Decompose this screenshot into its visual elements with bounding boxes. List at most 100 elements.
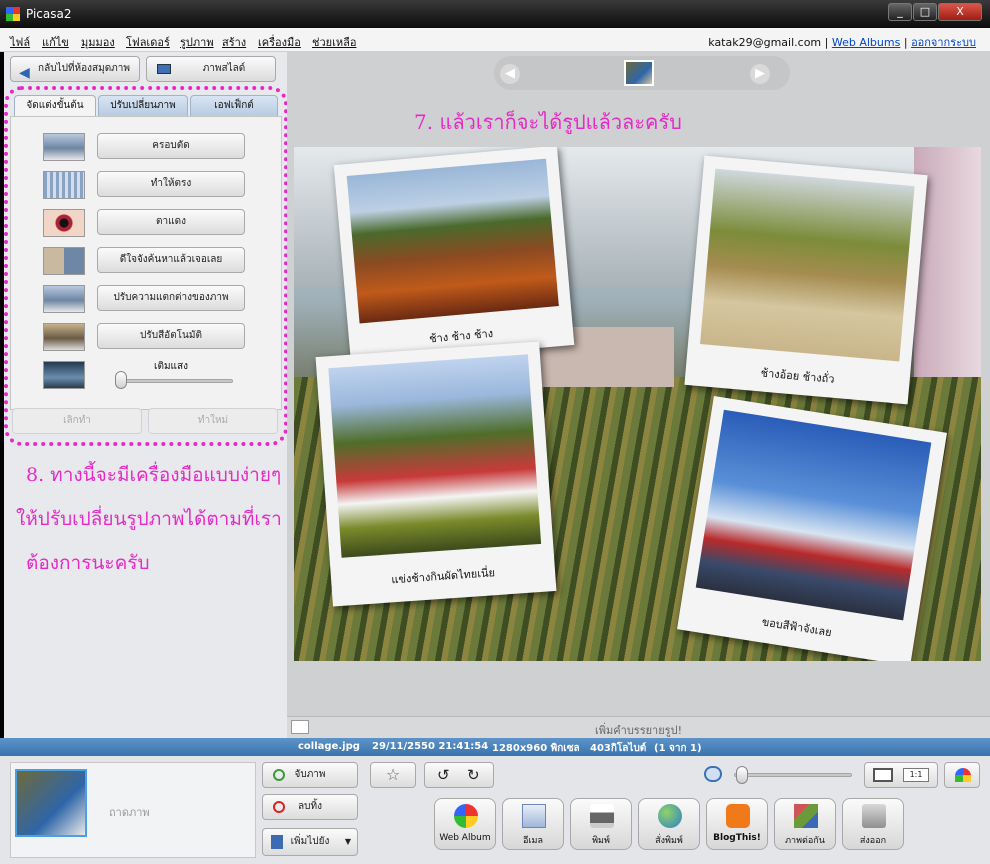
web-album-button[interactable]: Web Album xyxy=(434,798,496,850)
polaroid-2-photo xyxy=(700,168,915,362)
menu-edit[interactable]: แก้ไข xyxy=(42,33,69,51)
separator: | xyxy=(824,36,829,49)
annotation-step-8-line-2: ให้ปรับเปลี่ยนรูปภาพได้ตามที่เรา xyxy=(16,508,282,530)
menu-view[interactable]: มุมมอง xyxy=(81,33,115,51)
add-to-label: เพิ่มไปยัง xyxy=(290,836,330,847)
polaroid-3-photo xyxy=(328,354,542,558)
annotation-step-8-line-1: 8. ทางนี้จะมีเครื่องมือแบบง่ายๆ xyxy=(26,464,282,486)
actual-size-button[interactable]: 1:1 xyxy=(903,768,929,782)
printer-icon xyxy=(590,804,614,828)
separator: | xyxy=(903,36,908,49)
filmstrip-nav: ◀ ▶ xyxy=(494,56,790,90)
blogger-icon xyxy=(726,804,750,828)
picasa-logo-icon xyxy=(6,7,20,21)
status-filename: collage.jpg xyxy=(298,741,360,752)
clear-button[interactable]: ลบทิ้ง xyxy=(262,794,358,820)
minimize-button[interactable]: _ xyxy=(888,3,912,21)
back-to-library-button[interactable]: ◀ กลับไปที่ห้องสมุดภาพ xyxy=(10,56,140,82)
menu-tools[interactable]: เครื่องมือ xyxy=(258,33,301,51)
zoom-icon xyxy=(704,766,722,782)
web-albums-link[interactable]: Web Albums xyxy=(832,36,900,49)
polaroid-4-photo xyxy=(695,409,932,621)
picasa-icon xyxy=(955,768,971,782)
caption-input[interactable]: เพิ่มคำบรรยายรูป! xyxy=(287,721,990,739)
fit-to-window-icon[interactable] xyxy=(873,768,893,782)
status-filesize: 403กิโลไบต์ xyxy=(590,743,647,754)
collage-icon xyxy=(794,804,818,828)
polaroid-3-caption: แข่งช้างกินผัดไทยเนี่ย xyxy=(390,566,496,587)
hold-icon xyxy=(273,769,285,781)
email-label: อีเมล xyxy=(523,836,543,846)
status-datetime: 29/11/2550 21:41:54 xyxy=(372,741,489,752)
annotation-step-7: 7. แล้วเราก็จะได้รูปแล้วละครับ xyxy=(414,110,682,134)
account-area: katak29@gmail.com | Web Albums | ออกจากร… xyxy=(708,33,976,51)
status-bar: collage.jpg 29/11/2550 21:41:54 1280x960… xyxy=(0,738,990,756)
print-label: พิมพ์ xyxy=(592,836,610,846)
clear-label: ลบทิ้ง xyxy=(298,801,322,812)
chevron-down-icon: ▼ xyxy=(344,837,351,846)
album-icon xyxy=(271,835,283,849)
menu-help[interactable]: ช่วยเหลือ xyxy=(312,33,356,51)
tray-thumbnail[interactable] xyxy=(15,769,87,837)
rotate-left-icon[interactable]: ↺ xyxy=(437,766,450,784)
print-button[interactable]: พิมพ์ xyxy=(570,798,632,850)
current-photo-thumbnail[interactable] xyxy=(624,60,654,86)
collage-label: ภาพต่อกัน xyxy=(785,836,825,846)
zoom-track xyxy=(734,773,852,777)
bottom-panel: ถาดภาพ จับภาพ ลบทิ้ง เพิ่มไปยัง ▼ ☆ ↺ ↻ … xyxy=(0,756,990,864)
highlight-outline xyxy=(4,86,288,446)
tray-label: ถาดภาพ xyxy=(109,806,150,819)
star-icon: ☆ xyxy=(385,765,401,784)
export-button[interactable]: ส่งออก xyxy=(842,798,904,850)
hold-button[interactable]: จับภาพ xyxy=(262,762,358,788)
menu-bar: ไฟล์ แก้ไข มุมมอง โฟลเดอร์ รูปภาพ สร้าง … xyxy=(0,28,990,52)
clear-icon xyxy=(273,801,285,813)
menu-picture[interactable]: รูปภาพ xyxy=(180,33,214,51)
polaroid-3: แข่งช้างกินผัดไทยเนี่ย xyxy=(315,341,557,607)
annotation-step-8-line-3: ต้องการนะครับ xyxy=(26,552,150,574)
polaroid-1: ช้าง ช้าง ช้าง xyxy=(333,147,575,365)
zoom-slider[interactable] xyxy=(736,766,749,784)
order-prints-button[interactable]: สั่งพิมพ์ xyxy=(638,798,700,850)
slideshow-label: ภาพสไลด์ xyxy=(202,63,246,74)
menu-file[interactable]: ไฟล์ xyxy=(10,33,30,51)
export-icon xyxy=(862,804,886,828)
back-arrow-icon: ◀ xyxy=(19,65,30,81)
menu-folder[interactable]: โฟลเดอร์ xyxy=(126,33,170,51)
title-bar: Picasa2 _ □ X xyxy=(0,0,990,28)
back-button-label: กลับไปที่ห้องสมุดภาพ xyxy=(38,63,130,74)
web-album-icon xyxy=(454,804,478,828)
picasa-button[interactable] xyxy=(944,762,980,788)
photo-tray: ถาดภาพ xyxy=(10,762,256,858)
slideshow-icon xyxy=(157,64,171,74)
slideshow-button[interactable]: ภาพสไลด์ xyxy=(146,56,276,82)
maximize-button[interactable]: □ xyxy=(913,3,937,21)
blogthis-label: BlogThis! xyxy=(713,833,761,843)
rotate-group: ↺ ↻ xyxy=(424,762,494,788)
add-to-button[interactable]: เพิ่มไปยัง ▼ xyxy=(262,828,358,856)
collage-image: ช้าง ช้าง ช้าง ช้างอ้อย ช้างถั่ว แข่งช้า… xyxy=(294,147,981,661)
polaroid-2: ช้างอ้อย ช้างถั่ว xyxy=(684,155,928,405)
hold-label: จับภาพ xyxy=(294,769,326,780)
next-photo-button[interactable]: ▶ xyxy=(750,64,770,84)
email-button[interactable]: อีเมล xyxy=(502,798,564,850)
polaroid-4: ขอบสีฟ้าจังเลย xyxy=(676,395,948,661)
export-label: ส่งออก xyxy=(859,836,887,846)
email-icon xyxy=(522,804,546,828)
polaroid-1-photo xyxy=(346,158,559,324)
collage-button[interactable]: ภาพต่อกัน xyxy=(774,798,836,850)
status-position: (1 จาก 1) xyxy=(654,743,702,754)
window-title: Picasa2 xyxy=(26,7,72,21)
menu-create[interactable]: สร้าง xyxy=(222,33,246,51)
sign-out-link[interactable]: ออกจากระบบ xyxy=(911,36,976,49)
web-album-label: Web Album xyxy=(439,833,491,843)
status-dimensions: 1280x960 พิกเซล xyxy=(492,743,580,754)
blogthis-button[interactable]: BlogThis! xyxy=(706,798,768,850)
rotate-right-icon[interactable]: ↻ xyxy=(467,766,480,784)
close-button[interactable]: X xyxy=(938,3,982,21)
star-button[interactable]: ☆ xyxy=(370,762,416,788)
order-prints-label: สั่งพิมพ์ xyxy=(655,836,683,846)
previous-photo-button[interactable]: ◀ xyxy=(500,64,520,84)
view-mode-group: 1:1 xyxy=(864,762,938,788)
account-email: katak29@gmail.com xyxy=(708,36,822,49)
